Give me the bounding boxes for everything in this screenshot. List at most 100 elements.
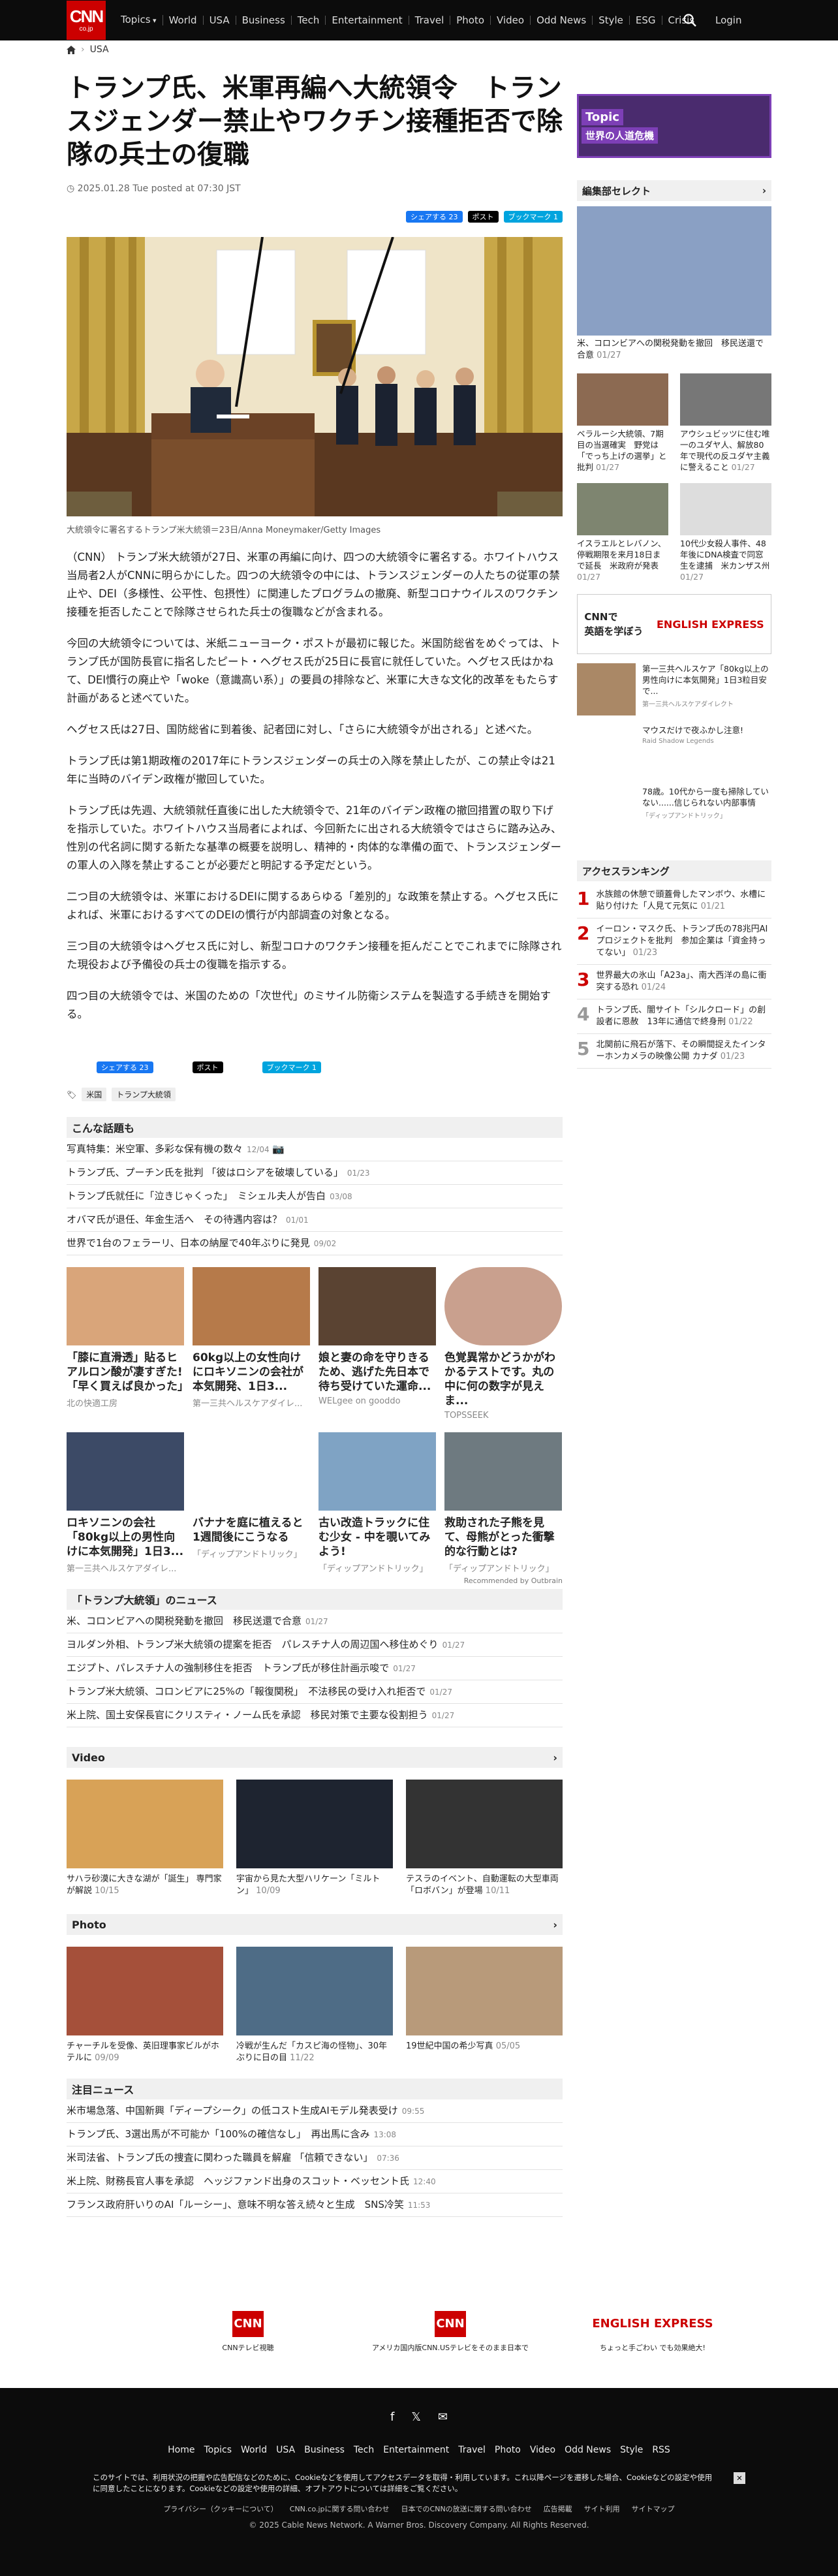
video-card[interactable]: テスラのイベント、自動運転の大型車両「ロボバン」が登場 10/11 [406,1780,563,1897]
outbrain-card[interactable]: 60kg以上の女性向けにロキソニンの会社が本気開発、1日3... 第一三共ヘルスケ… [193,1267,310,1421]
breadcrumb-usa[interactable]: USA [90,44,109,55]
close-icon[interactable]: ✕ [734,2472,745,2484]
x-icon[interactable]: 𝕏 [411,2410,421,2424]
footer-link[interactable]: サイトマップ [632,2504,675,2514]
sidebar-card[interactable]: アウシュビッツに住む唯一のユダヤ人、解放80年で現代の反ユダヤ主義に警えること … [680,373,771,473]
list-item[interactable]: トランプ氏就任に「泣きじゃくった」 ミシェル夫人が告白 03/08 [67,1185,563,1208]
footer-link[interactable]: Tech [354,2445,374,2455]
english-express-ad[interactable]: CNNで 英語を学ぼう ENGLISH EXPRESS [577,594,771,654]
facebook-share-button[interactable]: シェアする 23 [406,211,463,223]
nav-video[interactable]: Video [491,16,531,25]
sidebar-card[interactable]: ベラルーシ大統領、7期目の当選確実 野党は「でっち上げの選挙」と批判 01/27 [577,373,668,473]
footer-link[interactable]: Entertainment [383,2445,449,2455]
hatena-bookmark-button[interactable]: ブックマーク 1 [503,211,563,223]
footer-link[interactable]: 日本でのCNNの放送に関する問い合わせ [401,2504,532,2514]
ad-card[interactable]: マウスだけで夜ふかし注意! Raid Shadow Legends [577,725,771,777]
home-icon[interactable] [67,45,76,54]
list-item[interactable]: トランプ氏、3選出馬が不可能か「100%の確信なし」 再出馬に含み 13:08 [67,2123,563,2146]
section-heading[interactable]: Photo › [67,1914,563,1935]
ranking-item[interactable]: 1 水族館の休憩で頭蓋骨したマンボウ、水槽に貼り付けた「人見て元気に 01/21 [577,884,771,919]
photo-card[interactable]: 19世紀中国の希少写真 05/05 [406,1947,563,2064]
feature-card[interactable]: 米、コロンビアへの関税発動を撤回 移民送還で合意 01/27 [577,206,771,362]
video-card[interactable]: サハラ砂漠に大きな湖が「誕生」 専門家が解説 10/15 [67,1780,223,1897]
photo-card[interactable]: 冷戦が生んだ「カスピ海の怪物」、30年ぶりに日の目 11/22 [236,1947,393,2064]
footer-link[interactable]: Travel [458,2445,486,2455]
cnn-logo[interactable]: CNN co.jp [67,1,106,40]
english-express-banner[interactable]: ENGLISH EXPRESS ちょっと手ごわい でも効果絶大! [587,2311,718,2353]
footer-link[interactable]: Business [304,2445,345,2455]
list-item[interactable]: 米市場急落、中国新興「ディープシーク」の低コスト生成AIモデル発表受け 09:55 [67,2099,563,2123]
list-item[interactable]: エジプト、パレスチナ人の強制移住を拒否 トランプ氏が移住計画示唆で 01/27 [67,1657,563,1680]
outbrain-credit[interactable]: Recommended by Outbrain [67,1577,563,1585]
nav-photo[interactable]: Photo [450,16,491,25]
line-icon[interactable]: ✉ [438,2410,448,2424]
nav-entertainment[interactable]: Entertainment [326,16,409,25]
footer-link[interactable]: World [241,2445,267,2455]
list-item[interactable]: 米上院、財務長官人事を承認 ヘッジファンド出身のスコット・ベッセント氏 12:40 [67,2170,563,2193]
footer-link[interactable]: Style [620,2445,643,2455]
footer-link[interactable]: 広告掲載 [544,2504,572,2514]
list-item[interactable]: 米司法省、トランプ氏の捜査に関わった職員を解雇 「信頼できない」 07:36 [67,2146,563,2170]
sidebar-card[interactable]: 10代少女殺人事件、48年後にDNA検査で同窓生を逮捕 米カンザス州 01/27 [680,483,771,582]
nav-odd-news[interactable]: Odd News [531,16,593,25]
footer-link[interactable]: USA [276,2445,295,2455]
ranking-item[interactable]: 4 トランプ氏、闇サイト「シルクロード」の創設者に恩赦 13年に通信で終身刑 01… [577,999,771,1034]
camera-icon: 📷 [269,1143,285,1155]
list-item[interactable]: ヨルダン外相、トランプ米大統領の提案を拒否 パレスチナ人の周辺国へ移住めぐり 01… [67,1633,563,1657]
list-item[interactable]: オバマ氏が退任、年金生活へ その待遇内容は？ 01/01 [67,1208,563,1232]
list-item[interactable]: 写真特集：米空軍、多彩な保有機の数々 12/04 📷 [67,1138,563,1161]
footer-link[interactable]: RSS [652,2445,670,2455]
cnn-tv-banner[interactable]: CNN CNNテレビ視聴 [183,2311,313,2353]
outbrain-card[interactable]: 救助された子熊を見て、母熊がとった衝撃的な行動とは? 「ディップアンドトリック」 [444,1432,562,1574]
login-link[interactable]: Login [715,14,741,26]
footer-link[interactable]: Topics [204,2445,232,2455]
ranking-item[interactable]: 5 北関前に飛石が落下、その瞬間捉えたインターホンカメラの映像公開 カナダ 01/… [577,1034,771,1069]
tag-item[interactable]: トランプ大統領 [112,1088,176,1101]
footer-link[interactable]: プライバシー（クッキーについて） [163,2504,277,2514]
list-item[interactable]: トランプ氏、プーチン氏を批判 「彼はロシアを破壊している」 01/23 [67,1161,563,1185]
footer-link[interactable]: CNN.co.jpに関する問い合わせ [290,2504,390,2514]
nav-business[interactable]: Business [236,16,292,25]
search-icon[interactable] [683,13,697,27]
nav-world[interactable]: World [163,16,204,25]
list-item[interactable]: トランプ米大統領、コロンビアに25%の「報復関税」 不法移民の受け入れ拒否で 01… [67,1680,563,1704]
nav-travel[interactable]: Travel [409,16,451,25]
ad-card[interactable]: 第一三共ヘルスケア「80kg以上の男性向けに本気開発」1日3粒目安で... 第一三… [577,663,771,715]
outbrain-card[interactable]: バナナを庭に植えると1週間後にこうなる 「ディップアンドトリック」 [193,1432,310,1574]
list-item[interactable]: 世界で1台のフェラーリ、日本の納屋で40年ぶりに発見 09/02 [67,1232,563,1255]
hatena-bookmark-button[interactable]: ブックマーク 1 [262,1061,321,1073]
video-card[interactable]: 宇宙から見た大型ハリケーン「ミルトン」 10/09 [236,1780,393,1897]
sidebar-card[interactable]: イスラエルとレバノン、停戦期限を来月18日まで延長 米政府が発表 01/27 [577,483,668,582]
ranking-item[interactable]: 3 世界最大の氷山「A23a」、南大西洋の島に衝突する恐れ 01/24 [577,965,771,999]
nav-topics[interactable]: Topics [115,15,163,25]
list-item[interactable]: 米、コロンビアへの関税発動を撤回 移民送還で合意 01/27 [67,1610,563,1633]
outbrain-card[interactable]: ロキソニンの会社「80kg以上の男性向けに本気開発」1日3... 第一三共ヘルスケ… [67,1432,184,1574]
cnn-us-banner[interactable]: CNN アメリカ国内版CNN.USテレビをそのまま日本で [359,2311,542,2353]
photo-card[interactable]: チャーチルを受像、英旧理事家ビルがホテルに 09/09 [67,1947,223,2064]
footer-link[interactable]: サイト利用 [584,2504,620,2514]
facebook-share-button[interactable]: シェアする 23 [97,1061,153,1073]
x-post-button[interactable]: ポスト [192,1061,223,1073]
list-item[interactable]: 米上院、国土安保長官にクリスティ・ノーム氏を承認 移民対策で主要な役割担う 01/… [67,1704,563,1727]
facebook-icon[interactable]: f [390,2410,394,2424]
nav-tech[interactable]: Tech [292,16,326,25]
nav-usa[interactable]: USA [204,16,236,25]
outbrain-card[interactable]: 古い改造トラックに住む少女 - 中を覗いてみよう! 「ディップアンドトリック」 [318,1432,436,1574]
section-heading[interactable]: Video › [67,1747,563,1768]
outbrain-card[interactable]: 娘と妻の命を守りきるため、逃げた先日本で待ち受けていた運命... WELgee o… [318,1267,436,1421]
outbrain-card[interactable]: 「膝に直滑透」貼るヒアルロン酸が凄すぎた!「早く買えば良かった」 北の快適工房 [67,1267,189,1421]
footer-link[interactable]: Home [168,2445,194,2455]
ad-card[interactable]: 78歳。10代から一度も掃除していない......信じられない内部事情 「ディップ… [577,786,771,838]
list-item[interactable]: フランス政府肝いりのAI「ルーシー」、意味不明な答え続々と生成 SNS冷笑 11:… [67,2193,563,2217]
outbrain-card[interactable]: 色覚異常かどうかがわかるテストです。丸の中に何の数字が見えま... TOPSSEE… [444,1267,562,1421]
humanitarian-crisis-banner[interactable]: Topic 世界の人道危機 [577,94,771,158]
ranking-item[interactable]: 2 イーロン・マスク氏、トランプ氏の78兆円AIプロジェクトを批判 参加企業は「資… [577,919,771,965]
editor-pick-heading[interactable]: 編集部セレクト › [577,180,771,201]
tag-item[interactable]: 米国 [82,1088,107,1101]
footer-link[interactable]: Photo [495,2445,521,2455]
x-post-button[interactable]: ポスト [467,211,499,223]
nav-style[interactable]: Style [593,16,630,25]
footer-link[interactable]: Odd News [565,2445,611,2455]
footer-link[interactable]: Video [530,2445,555,2455]
nav-esg[interactable]: ESG [630,16,662,25]
